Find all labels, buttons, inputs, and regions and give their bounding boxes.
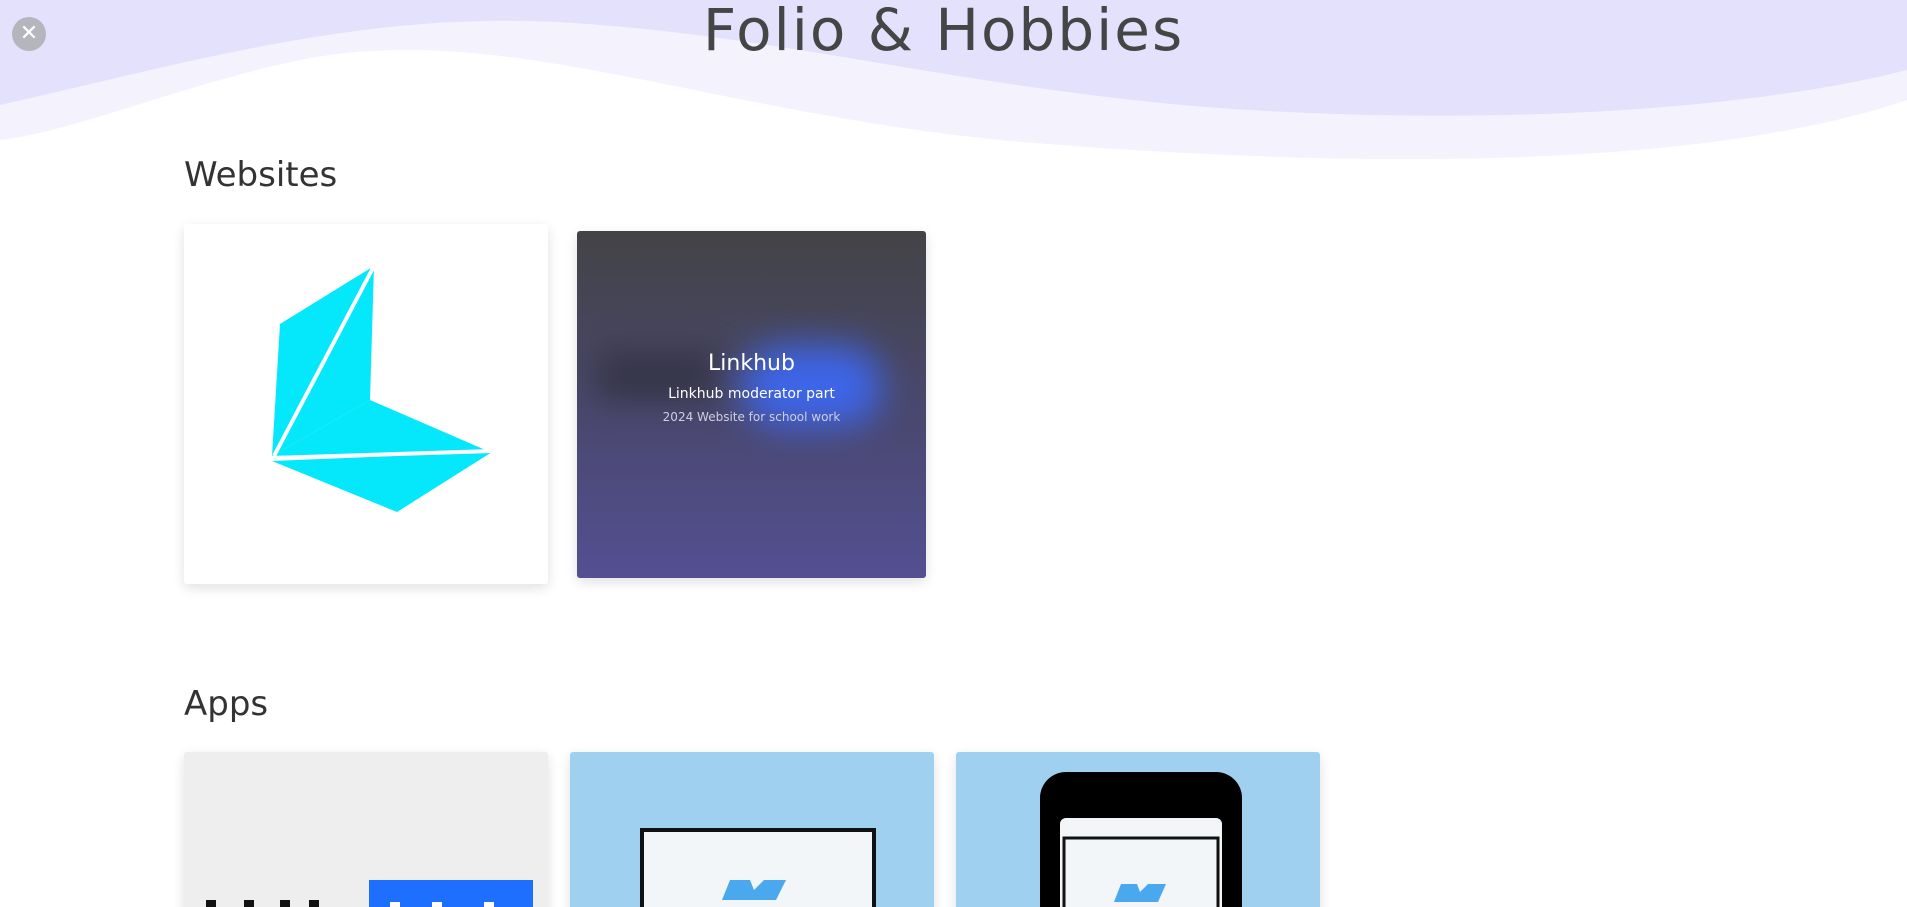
mobile-app-icon (1040, 772, 1242, 907)
website-card-linkhub[interactable]: Linkhub Linkhub moderator part 2024 Webs… (577, 231, 926, 578)
linkhub-wordmark-icon (206, 880, 533, 907)
card-note: 2024 Website for school work (662, 410, 841, 424)
card-overlay: Linkhub Linkhub moderator part 2024 Webs… (577, 351, 926, 424)
card-subtitle: Linkhub moderator part (668, 386, 835, 402)
section-title-websites: Websites (184, 155, 338, 195)
linkhub-logo-icon (271, 265, 493, 512)
app-card-mobile[interactable] (956, 752, 1320, 907)
portfolio-page: ✕ Folio & Hobbies Websites Linkhub Linkh… (0, 0, 1907, 907)
website-card-linkhub-logo[interactable] (184, 224, 548, 584)
desktop-app-icon (640, 828, 876, 907)
app-card-linkhub[interactable] (184, 752, 548, 907)
card-title: Linkhub (708, 351, 795, 376)
page-title: Folio & Hobbies (702, 0, 1185, 64)
section-title-apps: Apps (184, 684, 269, 724)
app-card-desktop[interactable] (570, 752, 934, 907)
